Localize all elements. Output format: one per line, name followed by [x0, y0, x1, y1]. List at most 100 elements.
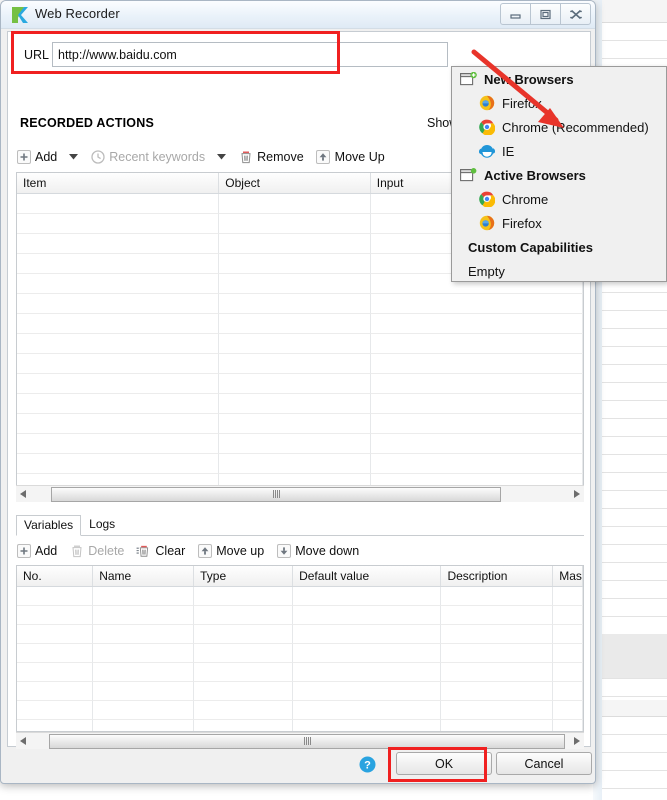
- table-row[interactable]: [17, 434, 583, 454]
- table-cell[interactable]: [17, 334, 220, 354]
- table-cell[interactable]: [441, 701, 554, 720]
- table-cell[interactable]: [441, 625, 554, 644]
- table-cell[interactable]: [17, 682, 94, 701]
- table-cell[interactable]: [293, 644, 442, 663]
- table-cell[interactable]: [17, 414, 220, 434]
- column-header-description[interactable]: Description: [441, 566, 554, 586]
- table-cell[interactable]: [370, 294, 583, 314]
- column-header-default-value[interactable]: Default value: [293, 566, 442, 586]
- scroll-left-icon[interactable]: [16, 734, 31, 749]
- table-row[interactable]: [17, 625, 583, 644]
- table-cell[interactable]: [17, 314, 220, 334]
- table-cell[interactable]: [219, 214, 371, 234]
- table-row[interactable]: [17, 644, 583, 663]
- variables-delete-button[interactable]: Delete: [69, 544, 124, 559]
- column-header-no[interactable]: No.: [17, 566, 94, 586]
- table-cell[interactable]: [17, 606, 94, 625]
- table-cell[interactable]: [293, 663, 442, 682]
- scroll-track[interactable]: [31, 486, 569, 502]
- table-cell[interactable]: [219, 374, 371, 394]
- table-cell[interactable]: [553, 606, 583, 625]
- ok-button[interactable]: OK: [396, 752, 492, 775]
- table-cell[interactable]: [293, 701, 442, 720]
- menu-item-chrome-active[interactable]: Chrome: [452, 187, 666, 211]
- variables-table[interactable]: No. Name Type Default value Description …: [16, 565, 584, 732]
- table-cell[interactable]: [17, 644, 94, 663]
- table-row[interactable]: [17, 354, 583, 374]
- table-cell[interactable]: [17, 194, 220, 214]
- column-header-item[interactable]: Item: [17, 173, 220, 193]
- table-cell[interactable]: [17, 625, 94, 644]
- table-row[interactable]: [17, 587, 583, 606]
- variables-add-button[interactable]: Add: [16, 544, 57, 559]
- table-cell[interactable]: [194, 720, 294, 731]
- table-cell[interactable]: [93, 720, 195, 731]
- variables-clear-button[interactable]: Clear: [136, 544, 185, 559]
- menu-item-firefox-active[interactable]: Firefox: [452, 211, 666, 235]
- table-row[interactable]: [17, 682, 583, 701]
- table-cell[interactable]: [194, 644, 294, 663]
- table-cell[interactable]: [293, 720, 442, 731]
- scroll-thumb[interactable]: [51, 486, 501, 502]
- variables-hscrollbar[interactable]: [16, 732, 584, 749]
- table-cell[interactable]: [194, 682, 294, 701]
- table-cell[interactable]: [441, 720, 554, 731]
- table-cell[interactable]: [93, 606, 195, 625]
- table-cell[interactable]: [553, 682, 583, 701]
- table-cell[interactable]: [370, 354, 583, 374]
- table-cell[interactable]: [17, 274, 220, 294]
- table-cell[interactable]: [370, 454, 583, 474]
- dialog-titlebar[interactable]: Web Recorder: [1, 1, 595, 29]
- table-cell[interactable]: [93, 587, 195, 606]
- scroll-right-icon[interactable]: [569, 487, 584, 502]
- table-cell[interactable]: [17, 254, 220, 274]
- table-cell[interactable]: [17, 663, 94, 682]
- table-cell[interactable]: [219, 434, 371, 454]
- table-cell[interactable]: [441, 606, 554, 625]
- table-cell[interactable]: [219, 394, 371, 414]
- menu-item-chrome-recommended[interactable]: Chrome (Recommended): [452, 115, 666, 139]
- table-cell[interactable]: [293, 587, 442, 606]
- table-cell[interactable]: [370, 434, 583, 454]
- column-header-object[interactable]: Object: [219, 173, 371, 193]
- table-cell[interactable]: [293, 625, 442, 644]
- table-cell[interactable]: [219, 234, 371, 254]
- table-cell[interactable]: [553, 720, 583, 731]
- table-cell[interactable]: [441, 644, 554, 663]
- table-row[interactable]: [17, 414, 583, 434]
- table-cell[interactable]: [17, 214, 220, 234]
- table-cell[interactable]: [93, 663, 195, 682]
- table-cell[interactable]: [370, 394, 583, 414]
- table-row[interactable]: [17, 701, 583, 720]
- table-cell[interactable]: [194, 606, 294, 625]
- table-cell[interactable]: [441, 587, 554, 606]
- recorded-actions-hscrollbar[interactable]: [16, 485, 584, 502]
- help-icon[interactable]: ?: [359, 756, 376, 773]
- table-cell[interactable]: [17, 454, 220, 474]
- table-cell[interactable]: [17, 234, 220, 254]
- tab-logs[interactable]: Logs: [81, 514, 123, 535]
- table-cell[interactable]: [194, 587, 294, 606]
- table-cell[interactable]: [93, 701, 195, 720]
- recent-keywords-button[interactable]: Recent keywords: [90, 150, 205, 165]
- add-action-button[interactable]: Add: [16, 150, 57, 165]
- move-up-action-button[interactable]: Move Up: [316, 150, 385, 165]
- table-row[interactable]: [17, 606, 583, 625]
- remove-action-button[interactable]: Remove: [238, 150, 304, 165]
- table-row[interactable]: [17, 720, 583, 731]
- table-cell[interactable]: [441, 663, 554, 682]
- table-cell[interactable]: [553, 644, 583, 663]
- table-cell[interactable]: [17, 354, 220, 374]
- table-cell[interactable]: [93, 644, 195, 663]
- table-cell[interactable]: [370, 334, 583, 354]
- table-cell[interactable]: [194, 625, 294, 644]
- url-input[interactable]: [52, 42, 448, 67]
- table-cell[interactable]: [93, 682, 195, 701]
- table-cell[interactable]: [17, 434, 220, 454]
- table-cell[interactable]: [93, 625, 195, 644]
- column-header-mask[interactable]: Mas: [553, 566, 583, 586]
- table-cell[interactable]: [553, 663, 583, 682]
- table-cell[interactable]: [370, 374, 583, 394]
- close-button[interactable]: [560, 3, 591, 25]
- table-row[interactable]: [17, 454, 583, 474]
